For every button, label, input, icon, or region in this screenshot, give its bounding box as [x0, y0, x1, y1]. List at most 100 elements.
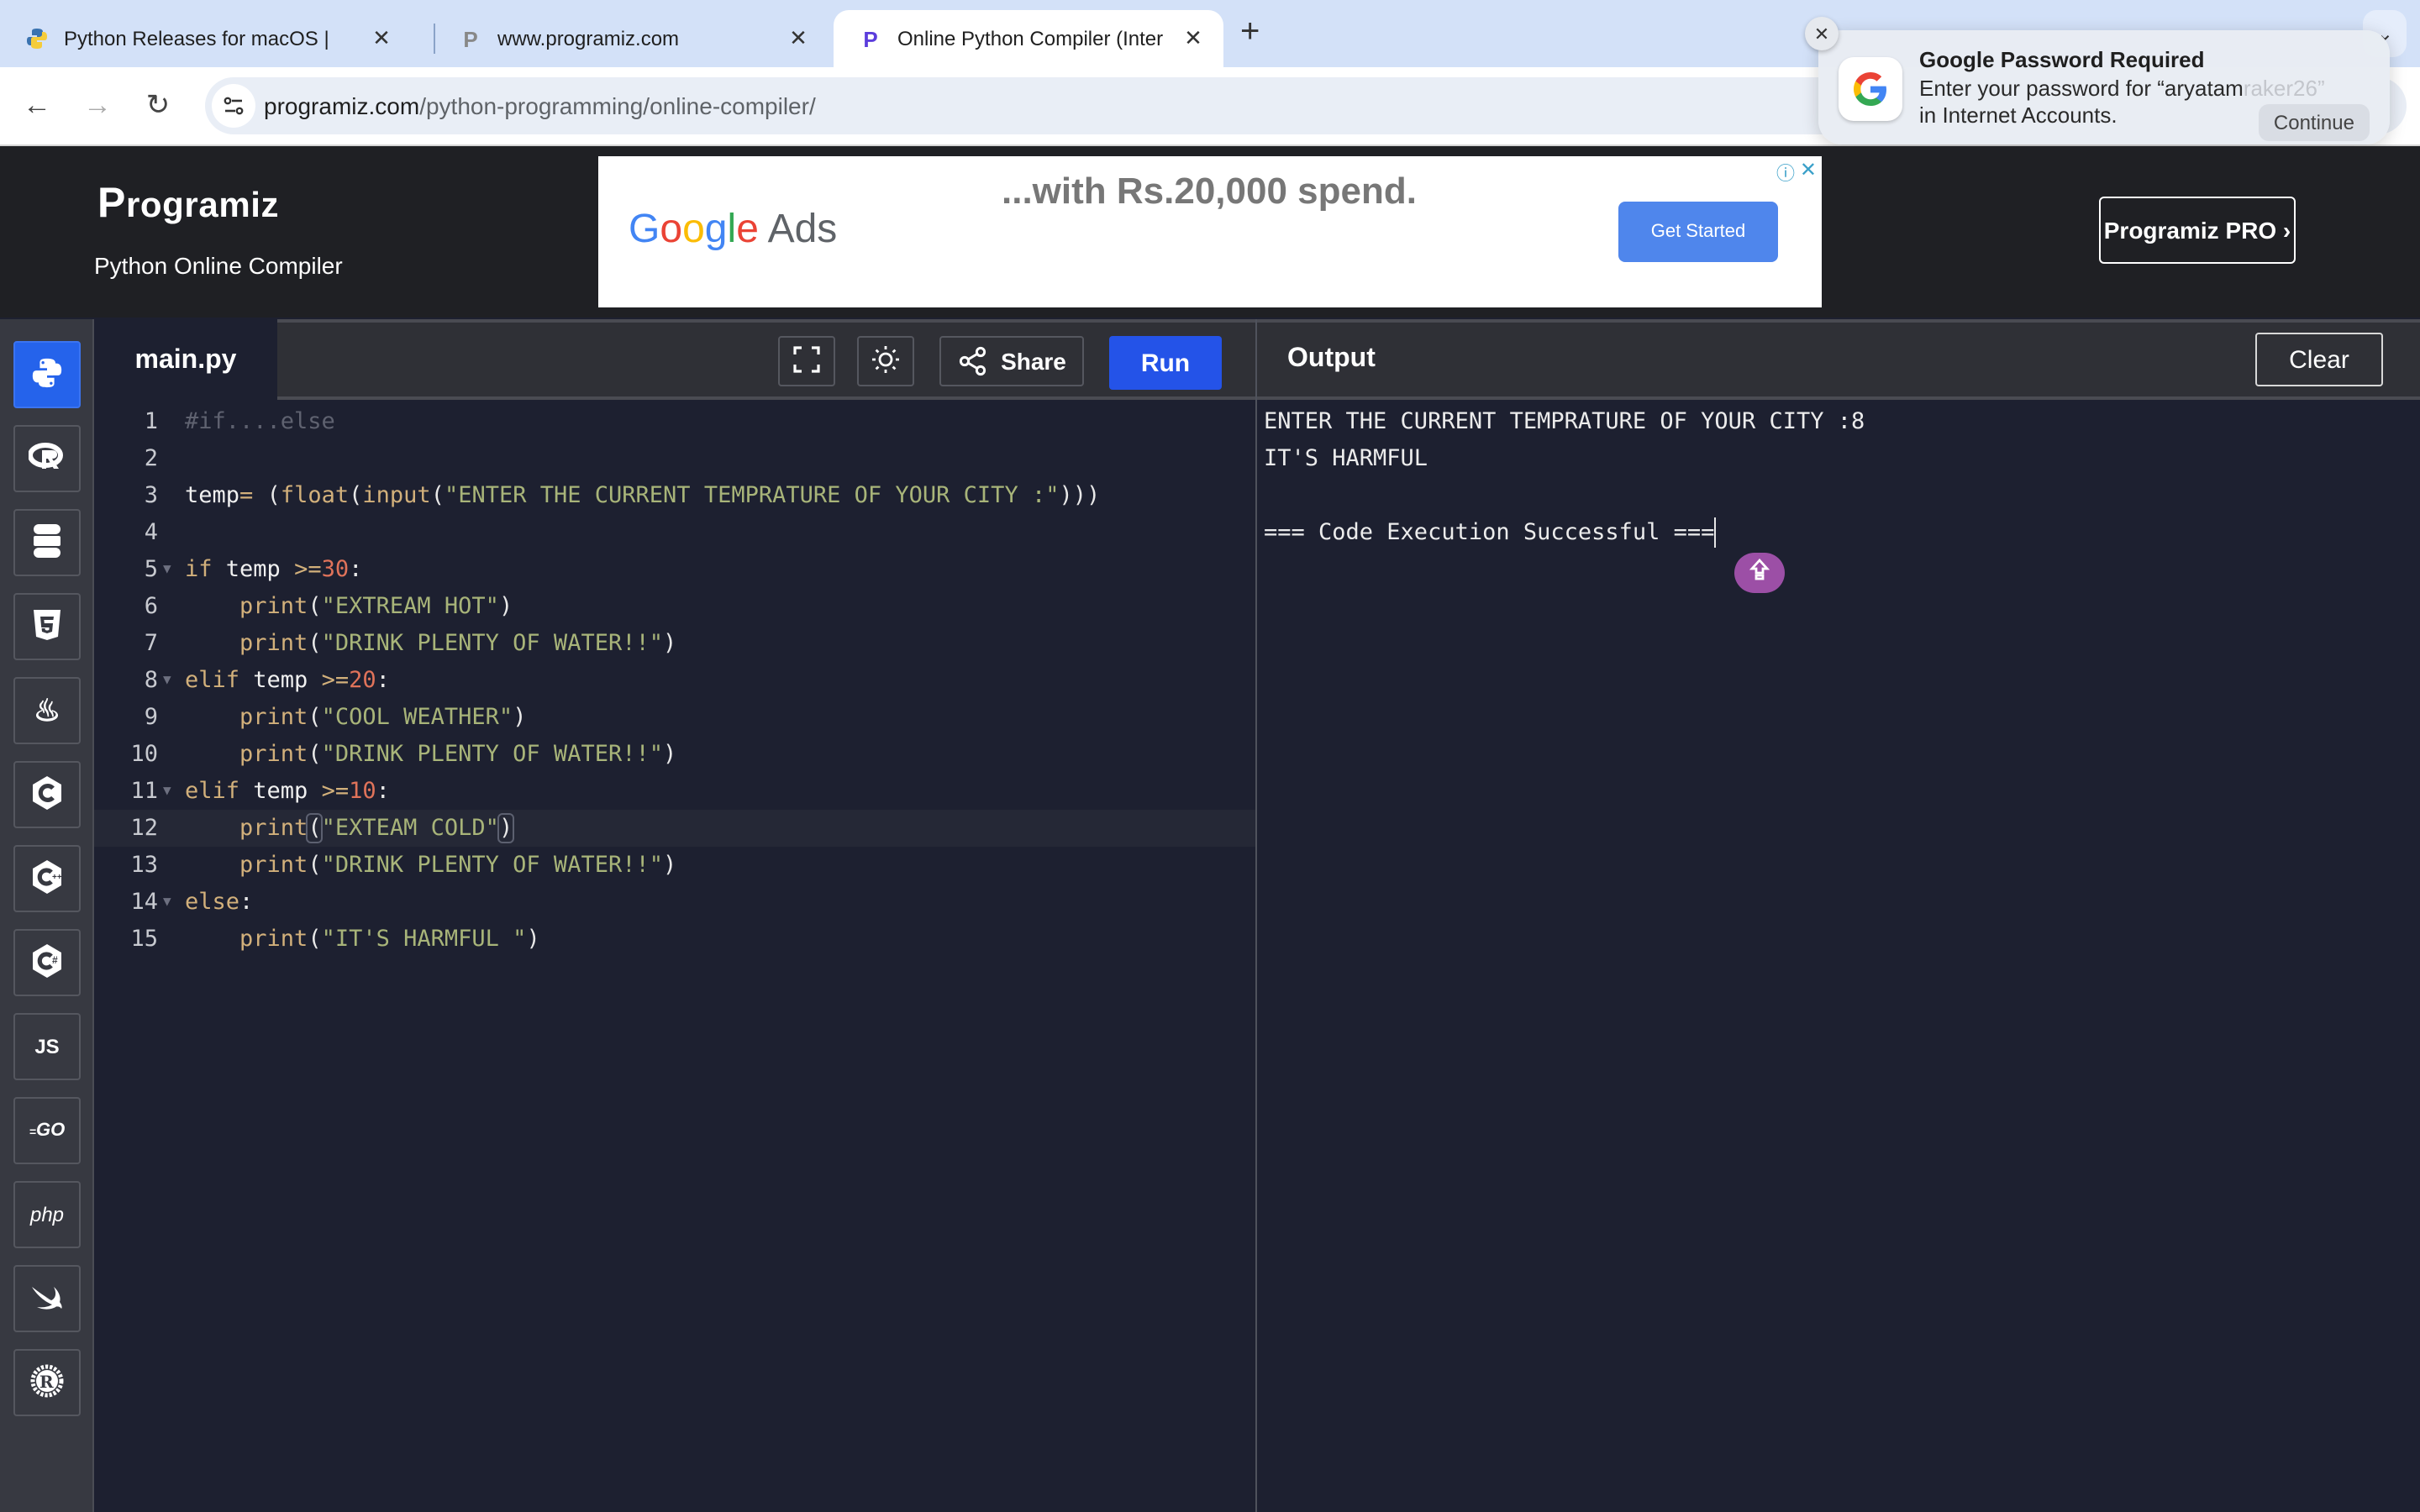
code-line[interactable]: 14 ▼ else:	[94, 884, 1255, 921]
programiz-icon: P	[463, 26, 478, 51]
go-icon: =GO	[29, 1121, 66, 1141]
code-line[interactable]: 6 print("EXTREAM HOT")	[94, 588, 1255, 625]
code-token-p: )	[498, 593, 513, 620]
language-javascript[interactable]: JS	[13, 1013, 81, 1080]
language-rust[interactable]: R	[13, 1349, 81, 1416]
fold-arrow-icon[interactable]: ▼	[163, 551, 171, 588]
notification-body-line2: in Internet Accounts.	[1919, 102, 2118, 128]
code-token-p: :	[376, 778, 390, 805]
google-ads-logo: Google Ads	[629, 207, 838, 252]
output-line-with-caret: === Code Execution Successful ===	[1264, 514, 1717, 551]
svg-text:R: R	[39, 1371, 54, 1391]
tab-title: www.programiz.com	[497, 27, 680, 50]
programiz-logo[interactable]: Programiz	[97, 180, 279, 228]
notification-close-icon[interactable]: ✕	[1805, 17, 1839, 50]
language-swift[interactable]	[13, 1265, 81, 1332]
language-sql[interactable]	[13, 509, 81, 576]
language-go[interactable]: =GO	[13, 1097, 81, 1164]
code-token-str: "DRINK PLENTY OF WATER!!"	[321, 630, 663, 657]
editor-toolbar: main.py Share Run	[94, 319, 1255, 403]
reload-icon[interactable]: ↻	[139, 87, 176, 124]
python-icon	[24, 25, 50, 52]
clear-button[interactable]: Clear	[2255, 333, 2383, 386]
js-icon: JS	[34, 1035, 60, 1058]
code-token-p: (	[430, 482, 445, 509]
share-label: Share	[1001, 348, 1066, 375]
code-text: print("DRINK PLENTY OF WATER!!")	[185, 736, 676, 773]
code-token-p: (	[308, 630, 322, 657]
code-line[interactable]: 11 ▼ elif temp >=10:	[94, 773, 1255, 810]
browser-tab-active[interactable]: P Online Python Compiler (Inter ✕	[834, 10, 1223, 67]
code-line[interactable]: 4	[94, 514, 1255, 551]
fold-arrow-icon[interactable]: ▼	[163, 773, 171, 810]
close-tab-icon[interactable]: ✕	[368, 25, 395, 52]
browser-tab[interactable]: P www.programiz.com ✕	[434, 10, 829, 67]
back-arrow-icon[interactable]: ←	[18, 87, 55, 124]
code-token-fn: print	[239, 741, 308, 768]
programiz-pro-button[interactable]: Programiz PRO ›	[2099, 197, 2296, 264]
site-header: Programiz Python Online Compiler Google …	[0, 146, 2420, 318]
code-token-fn: print	[239, 852, 308, 879]
language-html[interactable]	[13, 593, 81, 660]
line-number: 7	[144, 630, 158, 657]
run-button[interactable]: Run	[1109, 336, 1222, 390]
fold-arrow-icon[interactable]: ▼	[163, 662, 171, 699]
share-icon	[957, 346, 987, 376]
line-number: 11	[130, 778, 158, 805]
ad-get-started-button[interactable]: Get Started	[1618, 202, 1778, 262]
code-token-fn: print	[239, 815, 308, 842]
code-token-p: (	[253, 482, 281, 509]
code-token-p	[185, 630, 239, 657]
theme-toggle-button[interactable]	[857, 336, 914, 386]
browser-tab[interactable]: Python Releases for macOS | ✕	[0, 10, 412, 67]
new-tab-button[interactable]: +	[1240, 13, 1260, 52]
code-token-fn: print	[239, 704, 308, 731]
language-r[interactable]	[13, 425, 81, 492]
code-text: print("DRINK PLENTY OF WATER!!")	[185, 625, 676, 662]
language-cpp[interactable]: ++	[13, 845, 81, 912]
code-token-p: :	[239, 889, 254, 916]
code-token-p	[185, 593, 239, 620]
output-line: ENTER THE CURRENT TEMPRATURE OF YOUR CIT…	[1264, 408, 1865, 435]
code-line[interactable]: 1 #if....else	[94, 403, 1255, 440]
code-token-id: temp	[212, 556, 295, 583]
url-host: programiz.com	[264, 92, 420, 119]
code-line[interactable]: 9 print("COOL WEATHER")	[94, 699, 1255, 736]
code-line[interactable]: 8 ▼ elif temp >=20:	[94, 662, 1255, 699]
code-line[interactable]: 5 ▼ if temp >=30:	[94, 551, 1255, 588]
code-text: temp= (float(input("ENTER THE CURRENT TE…	[185, 477, 1100, 514]
code-line[interactable]: 12 print("EXTEAM COLD")	[94, 810, 1255, 847]
ad-close-icon[interactable]: ✕	[1800, 158, 1817, 181]
code-line[interactable]: 15 print("IT'S HARMFUL ")	[94, 921, 1255, 958]
code-token-kw: elif	[185, 667, 240, 694]
code-line[interactable]: 13 print("DRINK PLENTY OF WATER!!")	[94, 847, 1255, 884]
line-number: 9	[144, 704, 158, 731]
code-token-kw: elif	[185, 778, 240, 805]
code-line[interactable]: 10 print("DRINK PLENTY OF WATER!!")	[94, 736, 1255, 773]
floating-action-button[interactable]	[1734, 553, 1785, 593]
continue-button[interactable]: Continue	[2258, 104, 2370, 141]
advertisement-banner[interactable]: Google Ads ...with Rs.20,000 spend. Get …	[598, 156, 1822, 307]
code-token-str: "ENTER THE CURRENT TEMPRATURE OF YOUR CI…	[444, 482, 1060, 509]
language-c[interactable]	[13, 761, 81, 828]
code-line[interactable]: 2	[94, 440, 1255, 477]
close-tab-icon[interactable]: ✕	[1180, 25, 1207, 52]
code-line[interactable]: 3 temp= (float(input("ENTER THE CURRENT T…	[94, 477, 1255, 514]
code-token-op: >=	[321, 778, 350, 805]
close-tab-icon[interactable]: ✕	[785, 25, 812, 52]
panel-divider[interactable]	[1255, 319, 1257, 1512]
share-button[interactable]: Share	[939, 336, 1084, 386]
language-python[interactable]	[13, 341, 81, 408]
ad-info-icon[interactable]: ⓘ	[1776, 160, 1795, 186]
fullscreen-button[interactable]	[778, 336, 835, 386]
site-settings-icon[interactable]	[212, 84, 255, 128]
code-line[interactable]: 7 print("DRINK PLENTY OF WATER!!")	[94, 625, 1255, 662]
code-editor[interactable]: 1 #if....else 2 3 temp= (float(input("ENTER …	[94, 400, 1255, 1512]
file-tab-main-py[interactable]: main.py	[94, 319, 277, 403]
fold-arrow-icon[interactable]: ▼	[163, 884, 171, 921]
language-csharp[interactable]: #	[13, 929, 81, 996]
output-console[interactable]: ENTER THE CURRENT TEMPRATURE OF YOUR CIT…	[1264, 400, 2407, 1509]
language-java[interactable]: ♨	[13, 677, 81, 744]
language-php[interactable]: php	[13, 1181, 81, 1248]
forward-arrow-icon[interactable]: →	[79, 87, 116, 124]
